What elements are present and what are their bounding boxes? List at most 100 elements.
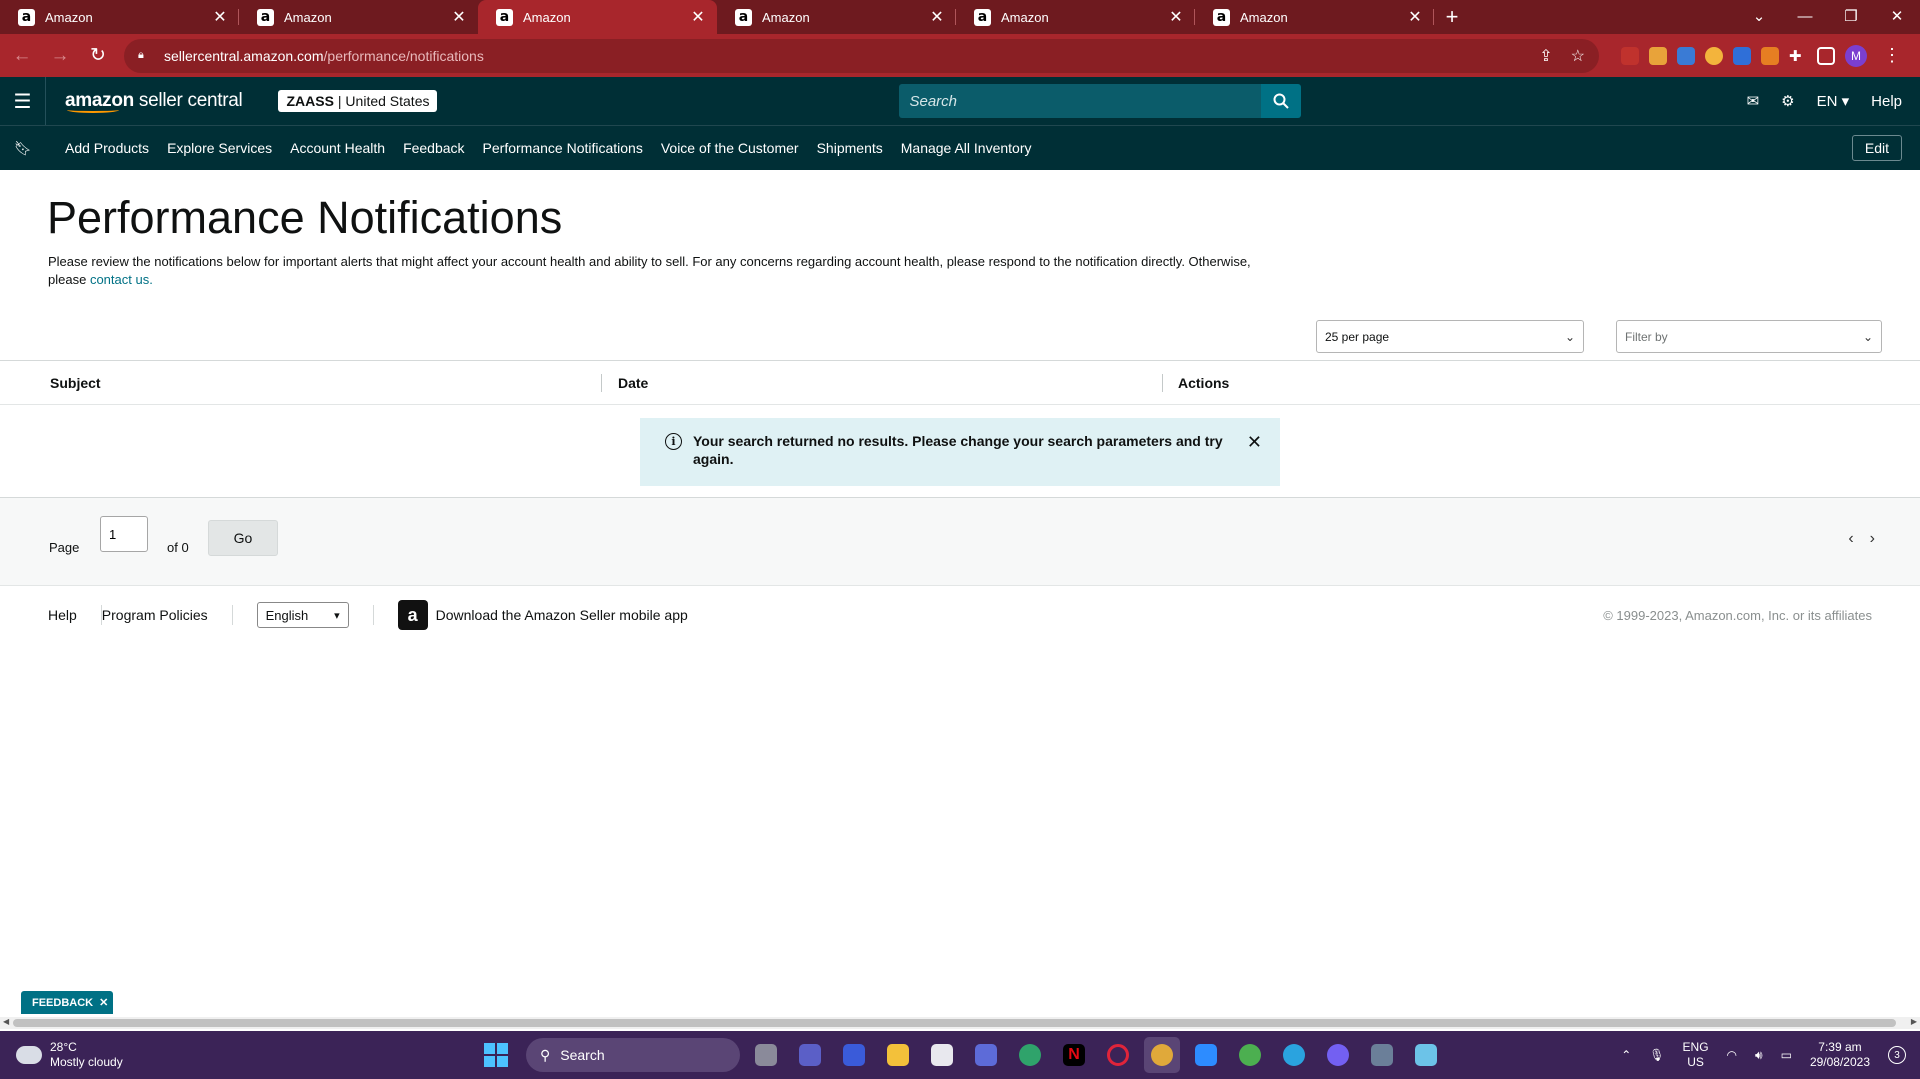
- teams-icon[interactable]: [792, 1037, 828, 1073]
- browser-tab[interactable]: a Amazon ✕: [239, 0, 478, 34]
- close-icon[interactable]: ✕: [1247, 432, 1262, 453]
- browser-tab[interactable]: a Amazon ✕: [1195, 0, 1434, 34]
- search-input[interactable]: [899, 84, 1262, 118]
- windows-start-icon[interactable]: [484, 1043, 508, 1067]
- bookmark-star-icon[interactable]: ☆: [1571, 46, 1585, 66]
- page-number-input[interactable]: [100, 516, 148, 552]
- help-link[interactable]: Help: [1871, 93, 1902, 110]
- calculator-icon[interactable]: [1364, 1037, 1400, 1073]
- browser-tab[interactable]: a Amazon ✕: [0, 0, 239, 34]
- battery-icon[interactable]: ▭: [1781, 1048, 1792, 1062]
- reload-icon[interactable]: ↻: [82, 40, 114, 72]
- column-header-date[interactable]: Date: [618, 375, 648, 391]
- horizontal-scrollbar[interactable]: ◀ ▶: [0, 1017, 1920, 1029]
- search-button[interactable]: [1261, 84, 1302, 118]
- close-tab-icon[interactable]: ✕: [450, 7, 468, 27]
- hamburger-menu-icon[interactable]: ☰: [0, 77, 46, 125]
- tab-title: Amazon: [523, 9, 571, 25]
- close-tab-icon[interactable]: ✕: [689, 7, 707, 27]
- nav-link-account-health[interactable]: Account Health: [290, 140, 385, 156]
- file-explorer-icon[interactable]: [880, 1037, 916, 1073]
- browser-tab[interactable]: a Amazon ✕: [956, 0, 1195, 34]
- app-icon[interactable]: [1012, 1037, 1048, 1073]
- program-policies-link[interactable]: Program Policies: [102, 607, 208, 623]
- app-icon[interactable]: [836, 1037, 872, 1073]
- taskbar-search[interactable]: ⚲ Search: [526, 1038, 740, 1072]
- forward-icon[interactable]: →: [44, 40, 76, 72]
- extension-icon[interactable]: [1649, 46, 1667, 65]
- chevron-up-icon[interactable]: ⌃: [1621, 1048, 1631, 1062]
- close-icon[interactable]: ✕: [99, 996, 108, 1009]
- volume-icon[interactable]: 🔊︎: [1755, 1048, 1763, 1063]
- browser-tab-active[interactable]: a Amazon ✕: [478, 0, 717, 34]
- notepad-icon[interactable]: [1408, 1037, 1444, 1073]
- nav-link-explore-services[interactable]: Explore Services: [167, 140, 272, 156]
- opera-icon[interactable]: [1100, 1037, 1136, 1073]
- back-icon[interactable]: ←: [6, 40, 38, 72]
- app-icon[interactable]: [968, 1037, 1004, 1073]
- close-tab-icon[interactable]: ✕: [211, 7, 229, 27]
- extension-icon[interactable]: [1761, 46, 1779, 65]
- extension-icon[interactable]: [1733, 46, 1751, 65]
- netflix-icon[interactable]: N: [1056, 1037, 1092, 1073]
- chrome-icon[interactable]: [1144, 1037, 1180, 1073]
- task-view-icon[interactable]: [748, 1037, 784, 1073]
- chrome-icon[interactable]: [1232, 1037, 1268, 1073]
- feedback-tab[interactable]: FEEDBACK ✕: [21, 991, 113, 1014]
- extension-icon[interactable]: [1677, 46, 1695, 65]
- contact-us-link[interactable]: contact us.: [90, 272, 153, 287]
- nav-link-voice-of-customer[interactable]: Voice of the Customer: [661, 140, 799, 156]
- amazon-favicon-icon: a: [974, 8, 991, 26]
- browser-menu-icon[interactable]: ⋮: [1883, 45, 1901, 66]
- nav-link-manage-inventory[interactable]: Manage All Inventory: [901, 140, 1032, 156]
- bookmark-icon[interactable]: 🔖︎: [0, 140, 46, 157]
- nav-link-feedback[interactable]: Feedback: [403, 140, 464, 156]
- zoom-icon[interactable]: [1188, 1037, 1224, 1073]
- nav-link-add-products[interactable]: Add Products: [65, 140, 149, 156]
- tab-search-icon[interactable]: ⌄: [1736, 0, 1782, 32]
- weather-widget[interactable]: 28°C Mostly cloudy: [16, 1040, 123, 1070]
- previous-page-icon[interactable]: ‹: [1848, 530, 1853, 548]
- share-icon[interactable]: ⇪: [1539, 46, 1552, 66]
- notification-badge[interactable]: 3: [1888, 1046, 1906, 1064]
- page-label: Page: [49, 540, 80, 555]
- restore-button[interactable]: ❐: [1828, 0, 1874, 32]
- microphone-icon[interactable]: 🎙︎: [1649, 1048, 1664, 1062]
- footer-language-select[interactable]: English ▾: [256, 602, 349, 628]
- close-tab-icon[interactable]: ✕: [1406, 7, 1424, 27]
- clock[interactable]: 7:39 am 29/08/2023: [1810, 1040, 1870, 1070]
- close-tab-icon[interactable]: ✕: [1167, 7, 1185, 27]
- gear-icon[interactable]: ⚙: [1781, 92, 1794, 110]
- column-header-subject[interactable]: Subject: [50, 375, 101, 391]
- filter-select[interactable]: Filter by ⌄: [1616, 320, 1882, 353]
- browser-tab[interactable]: a Amazon ✕: [717, 0, 956, 34]
- viber-icon[interactable]: [1320, 1037, 1356, 1073]
- new-tab-button[interactable]: +: [1434, 0, 1470, 34]
- store-icon[interactable]: [924, 1037, 960, 1073]
- download-app-link[interactable]: Download the Amazon Seller mobile app: [436, 607, 688, 623]
- nav-link-shipments[interactable]: Shipments: [817, 140, 883, 156]
- address-bar[interactable]: 🔒︎ sellercentral.amazon.com/performance/…: [124, 38, 1599, 73]
- per-page-select[interactable]: 25 per page ⌄: [1316, 320, 1584, 353]
- extension-icon[interactable]: [1621, 46, 1639, 65]
- seller-central-logo[interactable]: amazon seller central: [65, 90, 243, 113]
- extension-icon[interactable]: [1705, 46, 1723, 65]
- close-window-button[interactable]: ✕: [1874, 0, 1920, 32]
- bookmarks-nav: 🔖︎ Add Products Explore Services Account…: [0, 125, 1920, 170]
- telegram-icon[interactable]: [1276, 1037, 1312, 1073]
- account-switcher[interactable]: ZAASS | United States: [278, 90, 438, 112]
- mail-icon[interactable]: ✉: [1747, 92, 1760, 110]
- language-selector[interactable]: EN ▾: [1817, 92, 1850, 110]
- go-button[interactable]: Go: [208, 520, 278, 556]
- side-panel-icon[interactable]: [1817, 46, 1835, 65]
- minimize-button[interactable]: —: [1782, 0, 1828, 32]
- edit-nav-button[interactable]: Edit: [1851, 135, 1902, 161]
- close-tab-icon[interactable]: ✕: [928, 7, 946, 27]
- input-language[interactable]: ENG US: [1683, 1040, 1709, 1070]
- puzzle-icon[interactable]: ✚: [1789, 47, 1807, 65]
- nav-link-performance-notifications[interactable]: Performance Notifications: [483, 140, 643, 156]
- footer-help-link[interactable]: Help: [48, 607, 77, 623]
- next-page-icon[interactable]: ›: [1870, 530, 1875, 548]
- profile-avatar[interactable]: M: [1845, 44, 1867, 67]
- wifi-icon[interactable]: ◠: [1727, 1048, 1737, 1062]
